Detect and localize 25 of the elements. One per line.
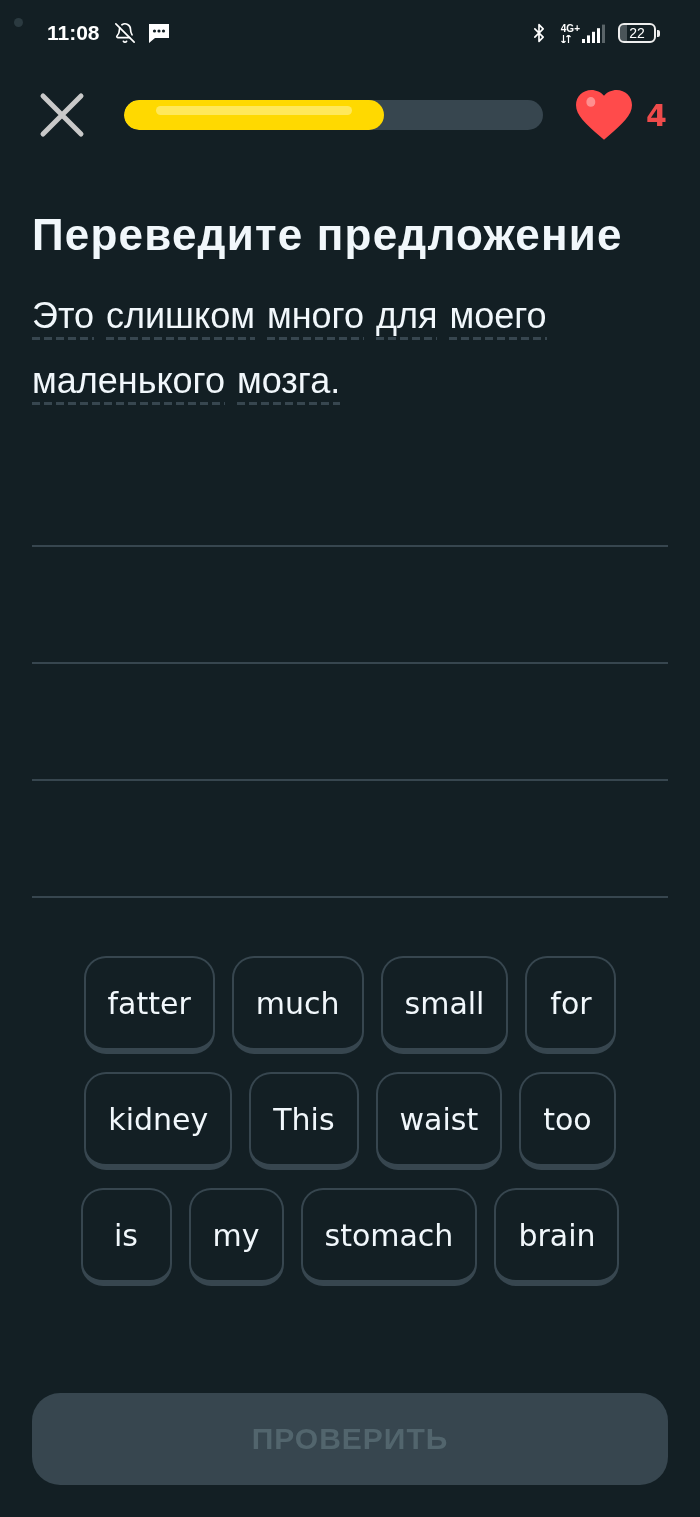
word-tile[interactable]: small — [380, 956, 509, 1054]
message-icon — [147, 22, 170, 44]
word-tile[interactable]: kidney — [84, 1072, 233, 1170]
word-tile[interactable]: stomach — [300, 1188, 478, 1286]
bell-off-icon — [113, 22, 136, 44]
heart-icon — [576, 90, 632, 140]
word-tile[interactable]: This — [249, 1072, 359, 1170]
network-type: 4G+ — [560, 23, 580, 34]
hearts-count: 4 — [646, 97, 668, 133]
signal-bars-icon — [582, 23, 606, 43]
status-time: 11:08 — [47, 21, 100, 45]
word-tile[interactable]: is — [80, 1188, 172, 1286]
battery-indicator: 22 — [618, 23, 660, 43]
close-icon — [39, 92, 85, 138]
word-tile[interactable]: too — [519, 1072, 616, 1170]
word-tile[interactable]: my — [188, 1188, 284, 1286]
data-arrows-icon — [560, 34, 571, 43]
word-tile[interactable]: for — [525, 956, 617, 1054]
close-button[interactable] — [38, 91, 86, 139]
word-tile[interactable]: brain — [494, 1188, 620, 1286]
word-tile[interactable]: fatter — [83, 956, 215, 1054]
exercise-title: Переведите предложение — [32, 210, 624, 260]
word-tile[interactable]: waist — [375, 1072, 503, 1170]
word-tile[interactable]: much — [231, 956, 364, 1054]
camera-hole-icon — [14, 18, 23, 27]
